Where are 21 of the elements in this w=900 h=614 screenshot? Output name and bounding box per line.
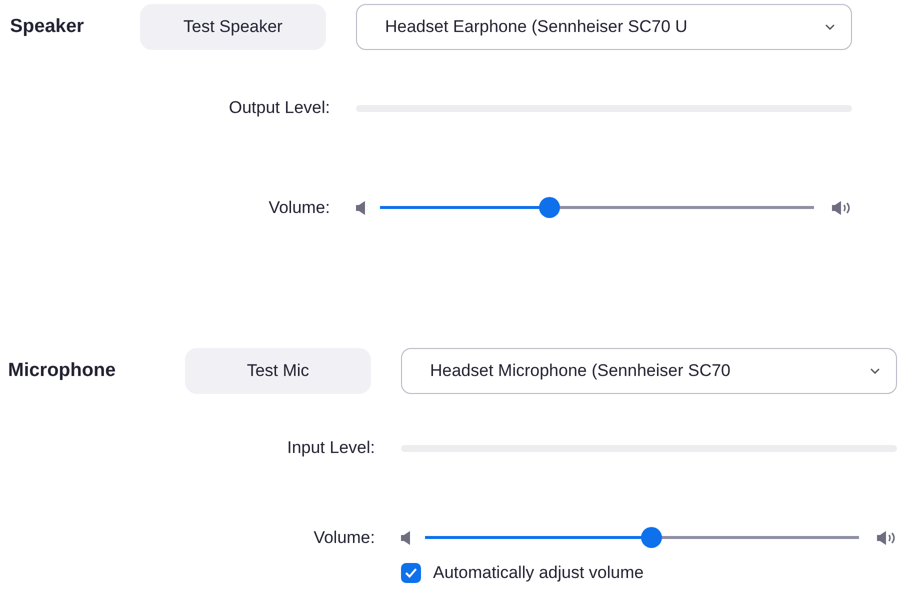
device-dropdown[interactable]: Headset Microphone (Sennheiser SC70	[401, 348, 897, 394]
speaker-quiet-icon	[356, 200, 366, 214]
checkbox[interactable]	[401, 563, 421, 583]
chevron-down-icon	[870, 368, 880, 374]
level-label: Output Level:	[228, 98, 330, 118]
slider-thumb[interactable]	[640, 527, 662, 548]
device-dropdown[interactable]: Headset Earphone (Sennheiser SC70 U	[356, 4, 852, 50]
slider-thumb[interactable]	[539, 197, 560, 218]
volume-label: Volume:	[268, 198, 330, 218]
check-icon	[405, 568, 417, 578]
volume-label: Volume:	[314, 528, 375, 548]
speaker-loud-icon	[877, 530, 897, 544]
section-title: Microphone	[8, 360, 117, 382]
level-label: Input Level:	[287, 438, 375, 458]
speaker-loud-icon	[832, 200, 852, 214]
test-button[interactable]: Test Speaker	[140, 4, 326, 50]
section-title: Speaker	[10, 16, 85, 38]
test-button[interactable]: Test Mic	[185, 348, 371, 394]
speaker-quiet-icon	[401, 530, 411, 544]
checkbox-label: Automatically adjust volume	[433, 563, 644, 583]
chevron-down-icon	[825, 24, 835, 30]
